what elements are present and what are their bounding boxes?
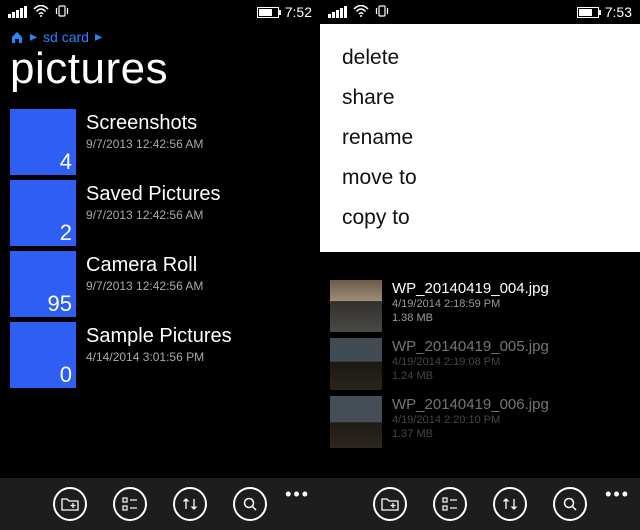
status-bar: 7:53 (320, 0, 640, 24)
folder-name: Camera Roll (86, 254, 203, 277)
clock: 7:52 (285, 4, 312, 20)
chevron-right-icon: ▸ (30, 28, 37, 45)
more-button[interactable]: ••• (285, 484, 310, 505)
file-date: 4/19/2014 2:20:10 PM (392, 413, 549, 427)
battery-icon (257, 7, 279, 18)
folder-count: 0 (60, 362, 72, 388)
folder-tile: 0 (10, 322, 76, 388)
folder-count: 4 (60, 149, 72, 175)
folder-list: 4 Screenshots 9/7/2013 12:42:56 AM 2 Sav… (0, 109, 320, 388)
menu-item-copy-to[interactable]: copy to (342, 198, 640, 238)
folder-date: 4/14/2014 3:01:56 PM (86, 350, 232, 364)
signal-icon (328, 6, 347, 18)
home-icon[interactable] (10, 30, 24, 44)
file-list: WP_20140419_004.jpg 4/19/2014 2:18:59 PM… (320, 280, 640, 454)
menu-item-share[interactable]: share (342, 78, 640, 118)
breadcrumb-sdcard[interactable]: sd card (43, 29, 89, 45)
file-date: 4/19/2014 2:19:08 PM (392, 355, 549, 369)
folder-item[interactable]: 95 Camera Roll 9/7/2013 12:42:56 AM (10, 251, 312, 317)
file-thumbnail (330, 396, 382, 448)
status-bar: 7:52 (0, 0, 320, 24)
search-button[interactable] (233, 487, 267, 521)
select-button[interactable] (433, 487, 467, 521)
search-button[interactable] (553, 487, 587, 521)
folder-date: 9/7/2013 12:42:56 AM (86, 208, 221, 222)
pane-file-browser: 7:53 delete share rename move to copy to… (320, 0, 640, 530)
file-item[interactable]: WP_20140419_005.jpg 4/19/2014 2:19:08 PM… (330, 338, 630, 390)
file-name: WP_20140419_005.jpg (392, 338, 549, 355)
app-bar: ••• (0, 478, 320, 530)
file-size: 1.37 MB (392, 427, 549, 441)
folder-count: 2 (60, 220, 72, 246)
file-item[interactable]: WP_20140419_006.jpg 4/19/2014 2:20:10 PM… (330, 396, 630, 448)
folder-tile: 4 (10, 109, 76, 175)
signal-icon (8, 6, 27, 18)
clock: 7:53 (605, 4, 632, 20)
folder-name: Screenshots (86, 112, 203, 135)
context-menu: delete share rename move to copy to (320, 24, 640, 252)
file-size: 1.24 MB (392, 369, 549, 383)
folder-tile: 95 (10, 251, 76, 317)
sort-button[interactable] (493, 487, 527, 521)
folder-item[interactable]: 0 Sample Pictures 4/14/2014 3:01:56 PM (10, 322, 312, 388)
app-bar: ••• (320, 478, 640, 530)
file-thumbnail (330, 338, 382, 390)
menu-item-delete[interactable]: delete (342, 38, 640, 78)
sort-button[interactable] (173, 487, 207, 521)
wifi-icon (33, 5, 49, 20)
battery-icon (577, 7, 599, 18)
folder-name: Saved Pictures (86, 183, 221, 206)
more-button[interactable]: ••• (605, 484, 630, 505)
folder-item[interactable]: 4 Screenshots 9/7/2013 12:42:56 AM (10, 109, 312, 175)
new-folder-button[interactable] (53, 487, 87, 521)
folder-item[interactable]: 2 Saved Pictures 9/7/2013 12:42:56 AM (10, 180, 312, 246)
wifi-icon (353, 5, 369, 20)
pane-folder-browser: 7:52 ▸ sd card ▸ pictures 4 Screenshots … (0, 0, 320, 530)
folder-date: 9/7/2013 12:42:56 AM (86, 279, 203, 293)
chevron-right-icon: ▸ (95, 28, 102, 45)
file-size: 1.38 MB (392, 311, 549, 325)
breadcrumb: ▸ sd card ▸ (0, 24, 320, 45)
file-thumbnail (330, 280, 382, 332)
file-name: WP_20140419_006.jpg (392, 396, 549, 413)
menu-item-move-to[interactable]: move to (342, 158, 640, 198)
menu-item-rename[interactable]: rename (342, 118, 640, 158)
folder-tile: 2 (10, 180, 76, 246)
folder-count: 95 (48, 291, 72, 317)
new-folder-button[interactable] (373, 487, 407, 521)
file-item[interactable]: WP_20140419_004.jpg 4/19/2014 2:18:59 PM… (330, 280, 630, 332)
folder-date: 9/7/2013 12:42:56 AM (86, 137, 203, 151)
file-date: 4/19/2014 2:18:59 PM (392, 297, 549, 311)
select-button[interactable] (113, 487, 147, 521)
file-name: WP_20140419_004.jpg (392, 280, 549, 297)
vibrate-icon (55, 5, 69, 20)
page-title: pictures (0, 45, 320, 109)
folder-name: Sample Pictures (86, 325, 232, 348)
vibrate-icon (375, 5, 389, 20)
